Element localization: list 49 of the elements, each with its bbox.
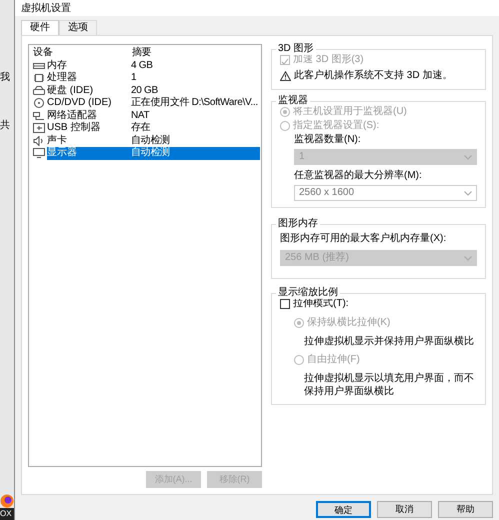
caret-icon [464,190,472,196]
device-row[interactable]: 硬盘 (IDE) 20 GB [47,84,260,97]
device-row[interactable]: USB 控制器 存在 [47,122,260,134]
button[interactable]: 帮助 [438,501,493,518]
warning-text: 此客户机操作系统不支持 3D 加速。 [294,69,452,83]
tab[interactable]: 硬件 [21,20,59,35]
device-row[interactable]: 网络适配器 NAT [47,110,260,122]
field-label: 任意监视器的最大分辨率(M): [294,169,423,183]
column-header: 设备 [33,47,53,60]
field-label: 监视器数量(N): [294,133,362,147]
text-fragment: 共 [0,120,11,132]
button[interactable]: 取消 [377,501,432,518]
radio-label: 指定监视器设置(S): [293,119,380,133]
group-title: 图形内存 [276,218,320,230]
drive-icon [33,86,45,96]
tab[interactable]: 选项 [59,20,97,35]
device-row[interactable]: 内存 4 GB [47,60,260,72]
caret-icon [464,154,472,160]
network-icon [33,110,45,121]
group-title: 监视器 [276,95,310,107]
monitor-icon [33,148,45,158]
chip-icon [33,73,45,84]
memory-icon [33,60,45,71]
speaker-icon [33,136,45,146]
disc-icon [33,98,45,108]
dropdown[interactable]: 2560 x 1600 [294,185,477,201]
checkbox-label: 加速 3D 图形(3) [293,53,364,67]
check-icon [281,58,289,66]
window-title: 虚拟机设置 [15,0,499,16]
text-fragment: 我 [0,72,11,84]
device-row[interactable]: CD/DVD (IDE) 正在使用文件 D:\SoftWare\V... [47,97,260,110]
usb-icon [33,123,45,134]
column-header: 摘要 [132,47,152,58]
group-title: 显示缩放比例 [276,287,340,299]
device-row[interactable]: 显示器 自动检测 [47,147,260,160]
description: 拉伸虚拟机显示并保持用户界面纵横比 [303,335,475,348]
description: 拉伸虚拟机显示以填充用户界面，而不保持用户界面纵横比 [303,372,475,398]
group-title: 3D 图形 [276,43,316,55]
checkbox[interactable] [280,299,290,309]
radio-label: 自由拉伸(F) [307,353,360,367]
caret-icon [464,256,472,260]
warning-icon [280,71,291,81]
button[interactable]: 确定 [316,501,371,518]
device-row[interactable]: 声卡 自动检测 [47,134,260,147]
radio-label: 保持纵横比拉伸(K) [307,316,390,330]
device-row[interactable]: 处理器 1 [47,72,260,84]
field-label: 图形内存可用的最大客户机内存量(X): [280,232,448,246]
taskbar-label: OX [0,508,14,520]
browser-icon [0,494,14,508]
